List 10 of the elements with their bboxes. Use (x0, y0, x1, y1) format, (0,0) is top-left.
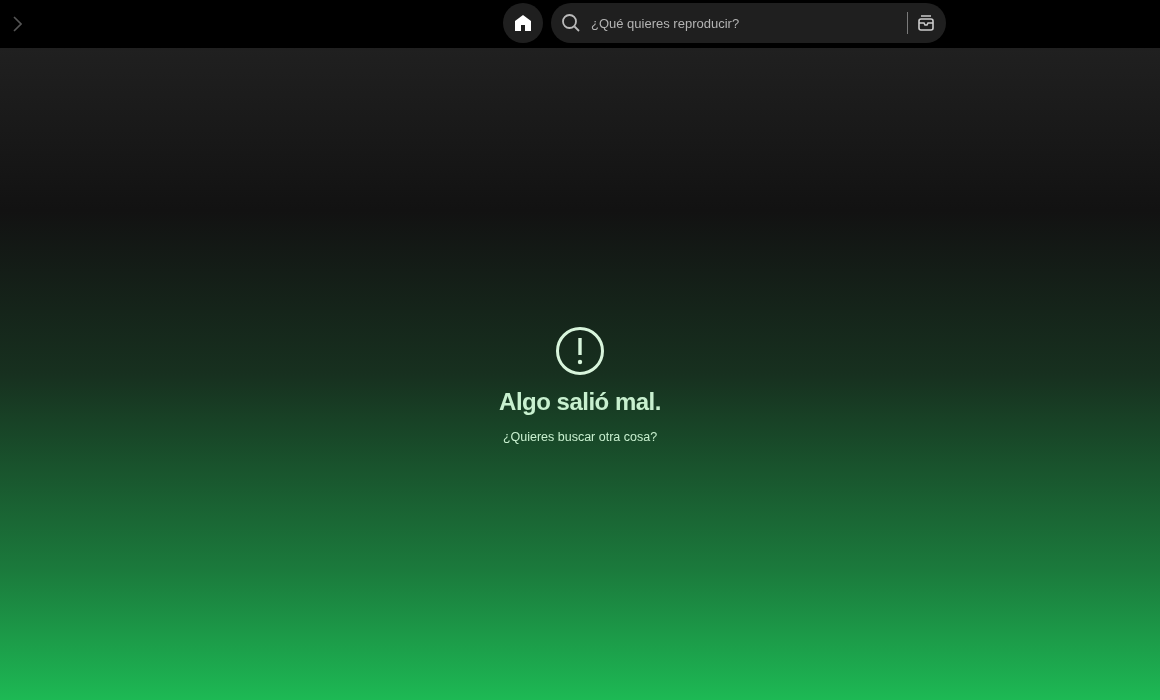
exclamation-circle-icon (555, 326, 605, 376)
browse-icon[interactable] (916, 13, 936, 33)
error-title: Algo salió mal. (499, 388, 661, 416)
forward-chevron-icon[interactable] (12, 16, 22, 32)
search-icon (561, 13, 581, 33)
home-button[interactable] (503, 3, 543, 43)
search-input[interactable]: ¿Qué quieres reproducir? (589, 14, 899, 32)
search-other-link[interactable]: ¿Quieres buscar otra cosa? (502, 430, 658, 444)
search-field[interactable]: ¿Qué quieres reproducir? (551, 3, 946, 43)
home-icon (513, 13, 533, 33)
